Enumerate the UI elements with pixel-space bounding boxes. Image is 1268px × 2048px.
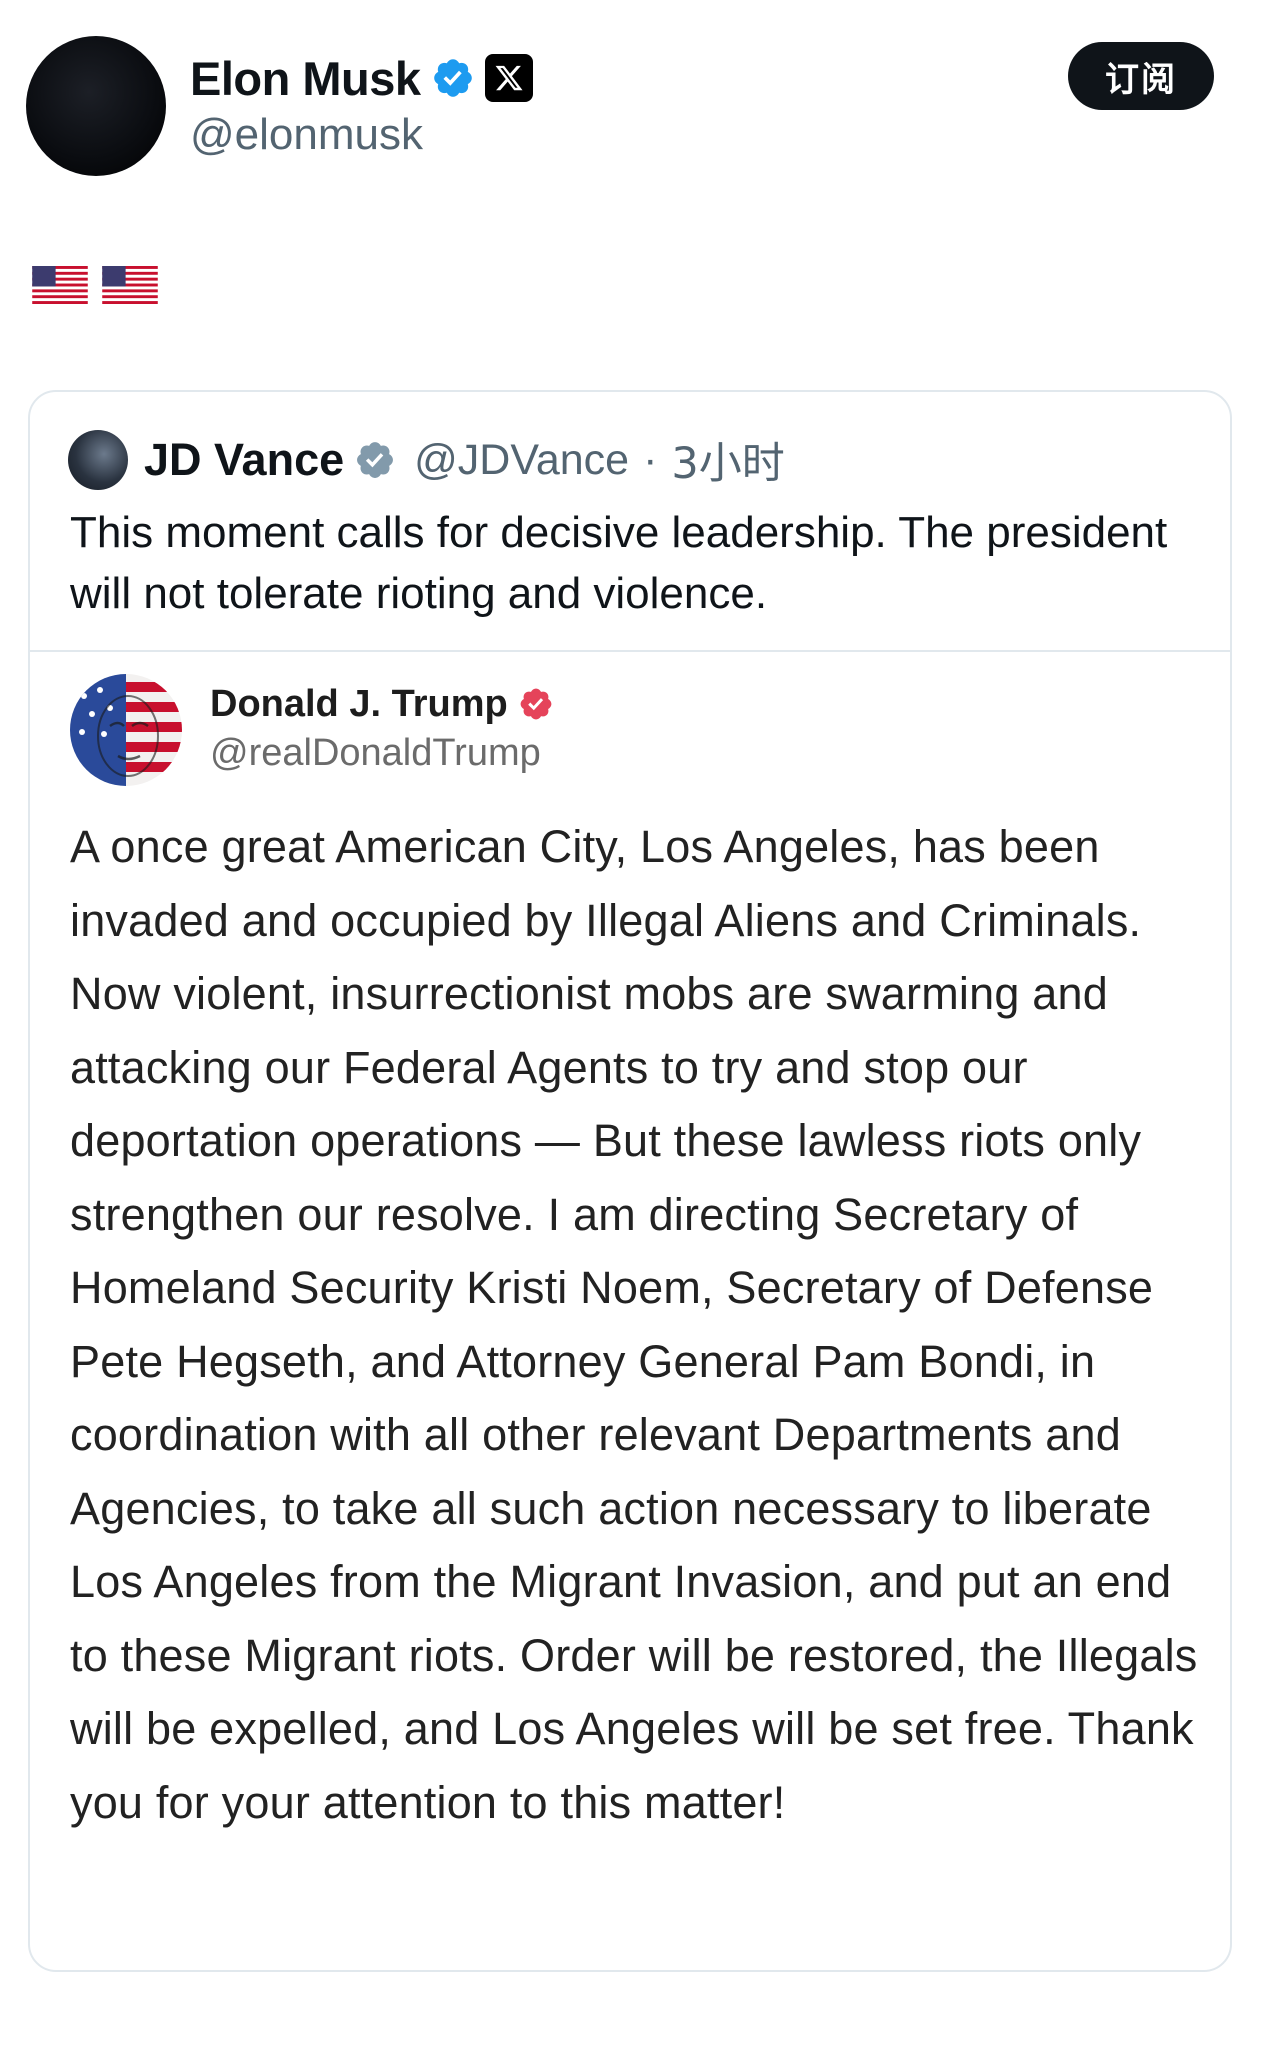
post-content: [32, 266, 158, 304]
divider: [30, 650, 1230, 652]
quoted-post-card[interactable]: JD Vance @JDVance · 3小时 This moment call…: [28, 390, 1232, 1972]
embedded-author-avatar: [70, 674, 182, 786]
embedded-author-handle: @realDonaldTrump: [210, 732, 541, 774]
author-handle[interactable]: @elonmusk: [190, 110, 423, 160]
verified-badge-icon: [520, 688, 552, 720]
quoted-author-avatar[interactable]: [68, 430, 128, 490]
subscribe-button[interactable]: 订阅: [1068, 42, 1214, 110]
author-name-row: Elon Musk: [190, 48, 533, 108]
embedded-author-name: Donald J. Trump: [210, 682, 508, 725]
verified-badge-icon: [433, 59, 472, 97]
us-flag-icon: [102, 266, 158, 304]
quoted-post-text: This moment calls for decisive leadershi…: [70, 508, 1168, 618]
embedded-post-text: A once great American City, Los Angeles,…: [70, 821, 1198, 1828]
author-name[interactable]: Elon Musk: [190, 51, 421, 106]
author-avatar[interactable]: [26, 36, 166, 176]
separator-dot: ·: [643, 435, 658, 484]
verified-badge-icon: [357, 442, 394, 478]
x-logo-icon: [484, 54, 533, 102]
us-flag-icon: [32, 266, 88, 304]
quoted-author-handle[interactable]: @JDVance: [414, 436, 629, 485]
quoted-author-name[interactable]: JD Vance: [144, 434, 344, 486]
quoted-post-header: JD Vance @JDVance · 3小时: [68, 428, 785, 492]
embedded-author-name-row: Donald J. Trump: [210, 676, 554, 732]
quoted-post-time[interactable]: 3小时: [671, 429, 784, 491]
